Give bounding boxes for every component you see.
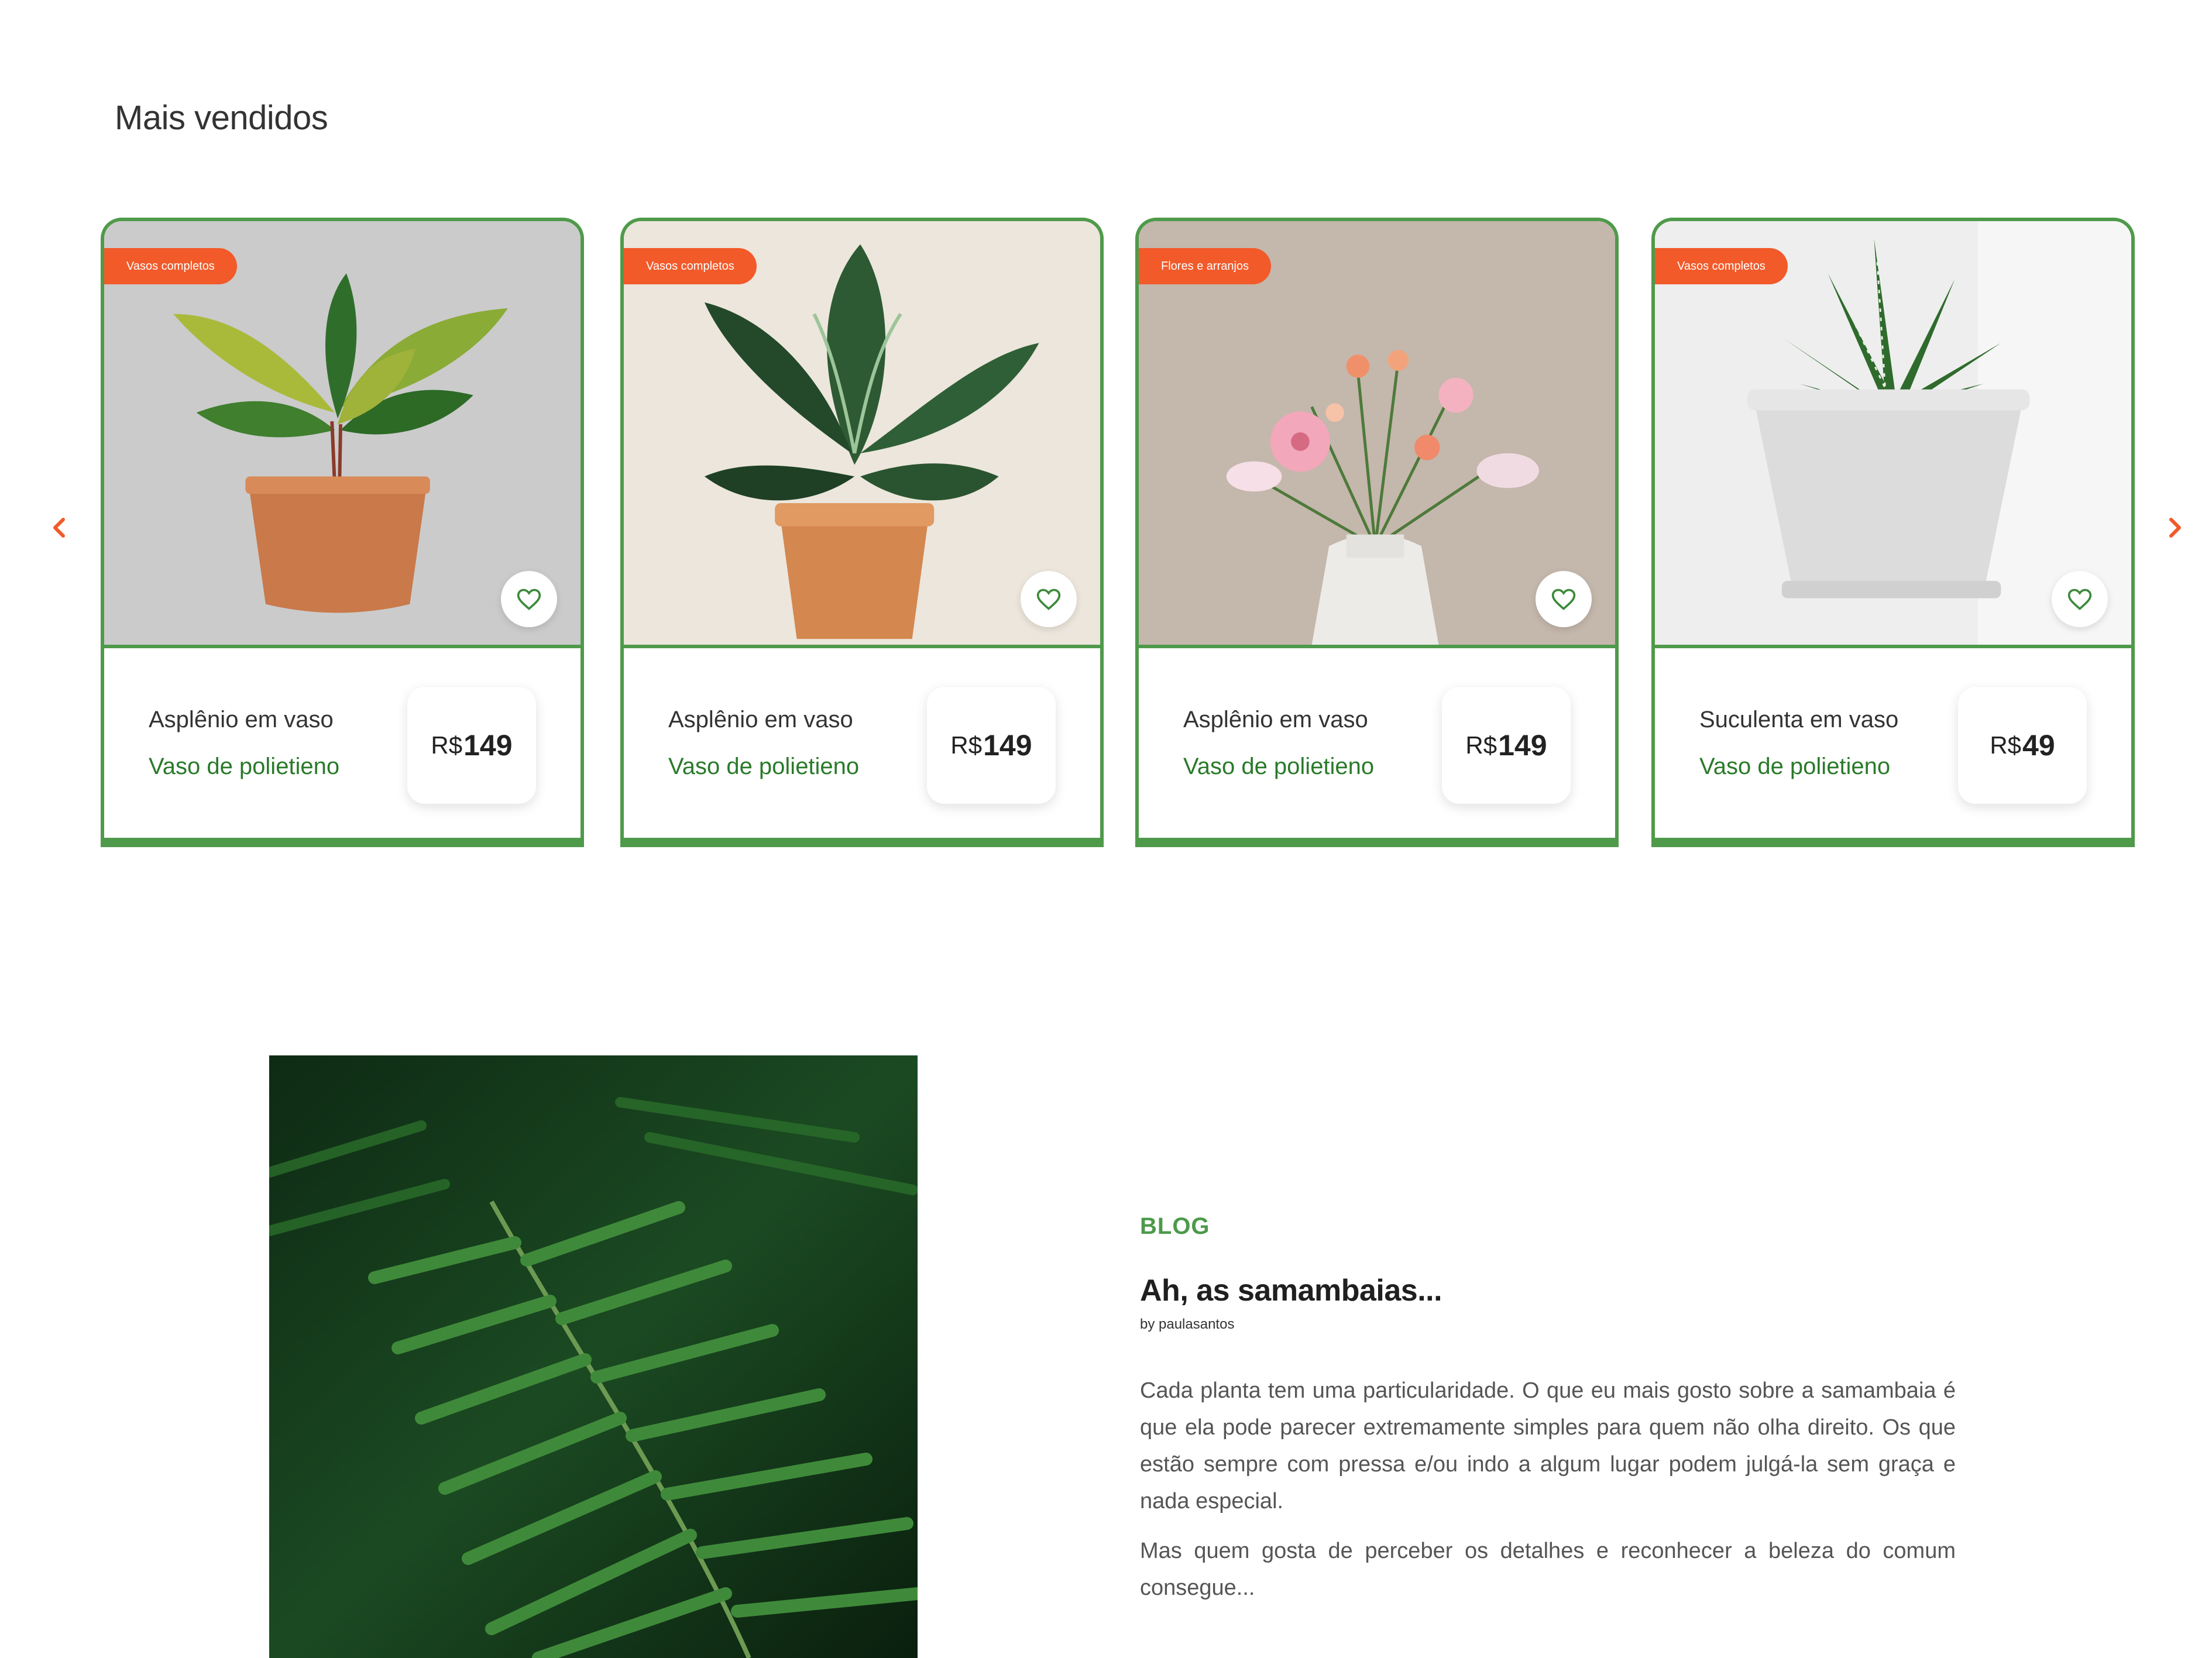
category-tag: Vasos completos	[624, 248, 757, 284]
carousel-next-button[interactable]	[2162, 515, 2187, 541]
price-value: 149	[983, 729, 1032, 762]
product-name: Suculenta em vaso	[1699, 707, 1899, 732]
heart-icon	[1551, 589, 1576, 610]
section-title: Mais vendidos	[115, 99, 328, 137]
blog-image	[269, 1055, 918, 1658]
chevron-right-icon	[2169, 518, 2181, 538]
product-subtitle: Vaso de polietieno	[149, 754, 340, 779]
product-name: Asplênio em vaso	[668, 707, 853, 732]
heart-icon	[1036, 589, 1061, 610]
product-card[interactable]: Vasos completos Asplênio em vaso Vaso de…	[101, 218, 584, 847]
blog-label: BLOG	[1140, 1213, 1210, 1239]
favorite-button[interactable]	[1536, 571, 1592, 627]
product-subtitle: Vaso de polietieno	[1183, 754, 1375, 779]
price-currency: R$	[1465, 731, 1497, 759]
price-button[interactable]: R$ 149	[407, 687, 536, 804]
product-name: Asplênio em vaso	[149, 707, 334, 732]
category-tag: Vasos completos	[104, 248, 237, 284]
price-button[interactable]: R$ 149	[927, 687, 1056, 804]
heart-icon	[2067, 589, 2092, 610]
favorite-button[interactable]	[2052, 571, 2108, 627]
category-tag: Vasos completos	[1655, 248, 1788, 284]
blog-author: by paulasantos	[1140, 1316, 1235, 1332]
blog-paragraph: Cada planta tem uma particularidade. O q…	[1140, 1378, 1956, 1513]
product-image: Vasos completos	[1655, 221, 2131, 648]
product-subtitle: Vaso de polietieno	[668, 754, 860, 779]
price-value: 149	[463, 729, 513, 762]
category-tag: Flores e arranjos	[1139, 248, 1272, 284]
blog-paragraph: Mas quem gosta de perceber os detalhes e…	[1140, 1539, 1956, 1600]
price-button[interactable]: R$ 149	[1442, 687, 1571, 804]
price-button[interactable]: R$ 49	[1958, 687, 2087, 804]
product-subtitle: Vaso de polietieno	[1699, 754, 1891, 779]
product-name: Asplênio em vaso	[1183, 707, 1368, 732]
blog-title[interactable]: Ah, as samambaias...	[1140, 1273, 1442, 1308]
chevron-left-icon	[53, 518, 65, 538]
carousel-prev-button[interactable]	[47, 515, 73, 541]
price-currency: R$	[1990, 731, 2022, 759]
product-image: Vasos completos	[104, 221, 581, 648]
heart-icon	[517, 589, 541, 610]
price-currency: R$	[431, 731, 463, 759]
product-image: Vasos completos	[624, 221, 1100, 648]
product-card[interactable]: Vasos completos Asplênio em vaso Vaso de…	[620, 218, 1104, 847]
favorite-button[interactable]	[1021, 571, 1077, 627]
favorite-button[interactable]	[501, 571, 557, 627]
product-card[interactable]: Flores e arranjos Asplênio em vaso Vaso …	[1135, 218, 1619, 847]
price-currency: R$	[950, 731, 983, 759]
price-value: 49	[2022, 729, 2055, 762]
product-image: Flores e arranjos	[1139, 221, 1615, 648]
product-card[interactable]: Vasos completos Suculenta em vaso Vaso d…	[1651, 218, 2135, 847]
price-value: 149	[1498, 729, 1547, 762]
